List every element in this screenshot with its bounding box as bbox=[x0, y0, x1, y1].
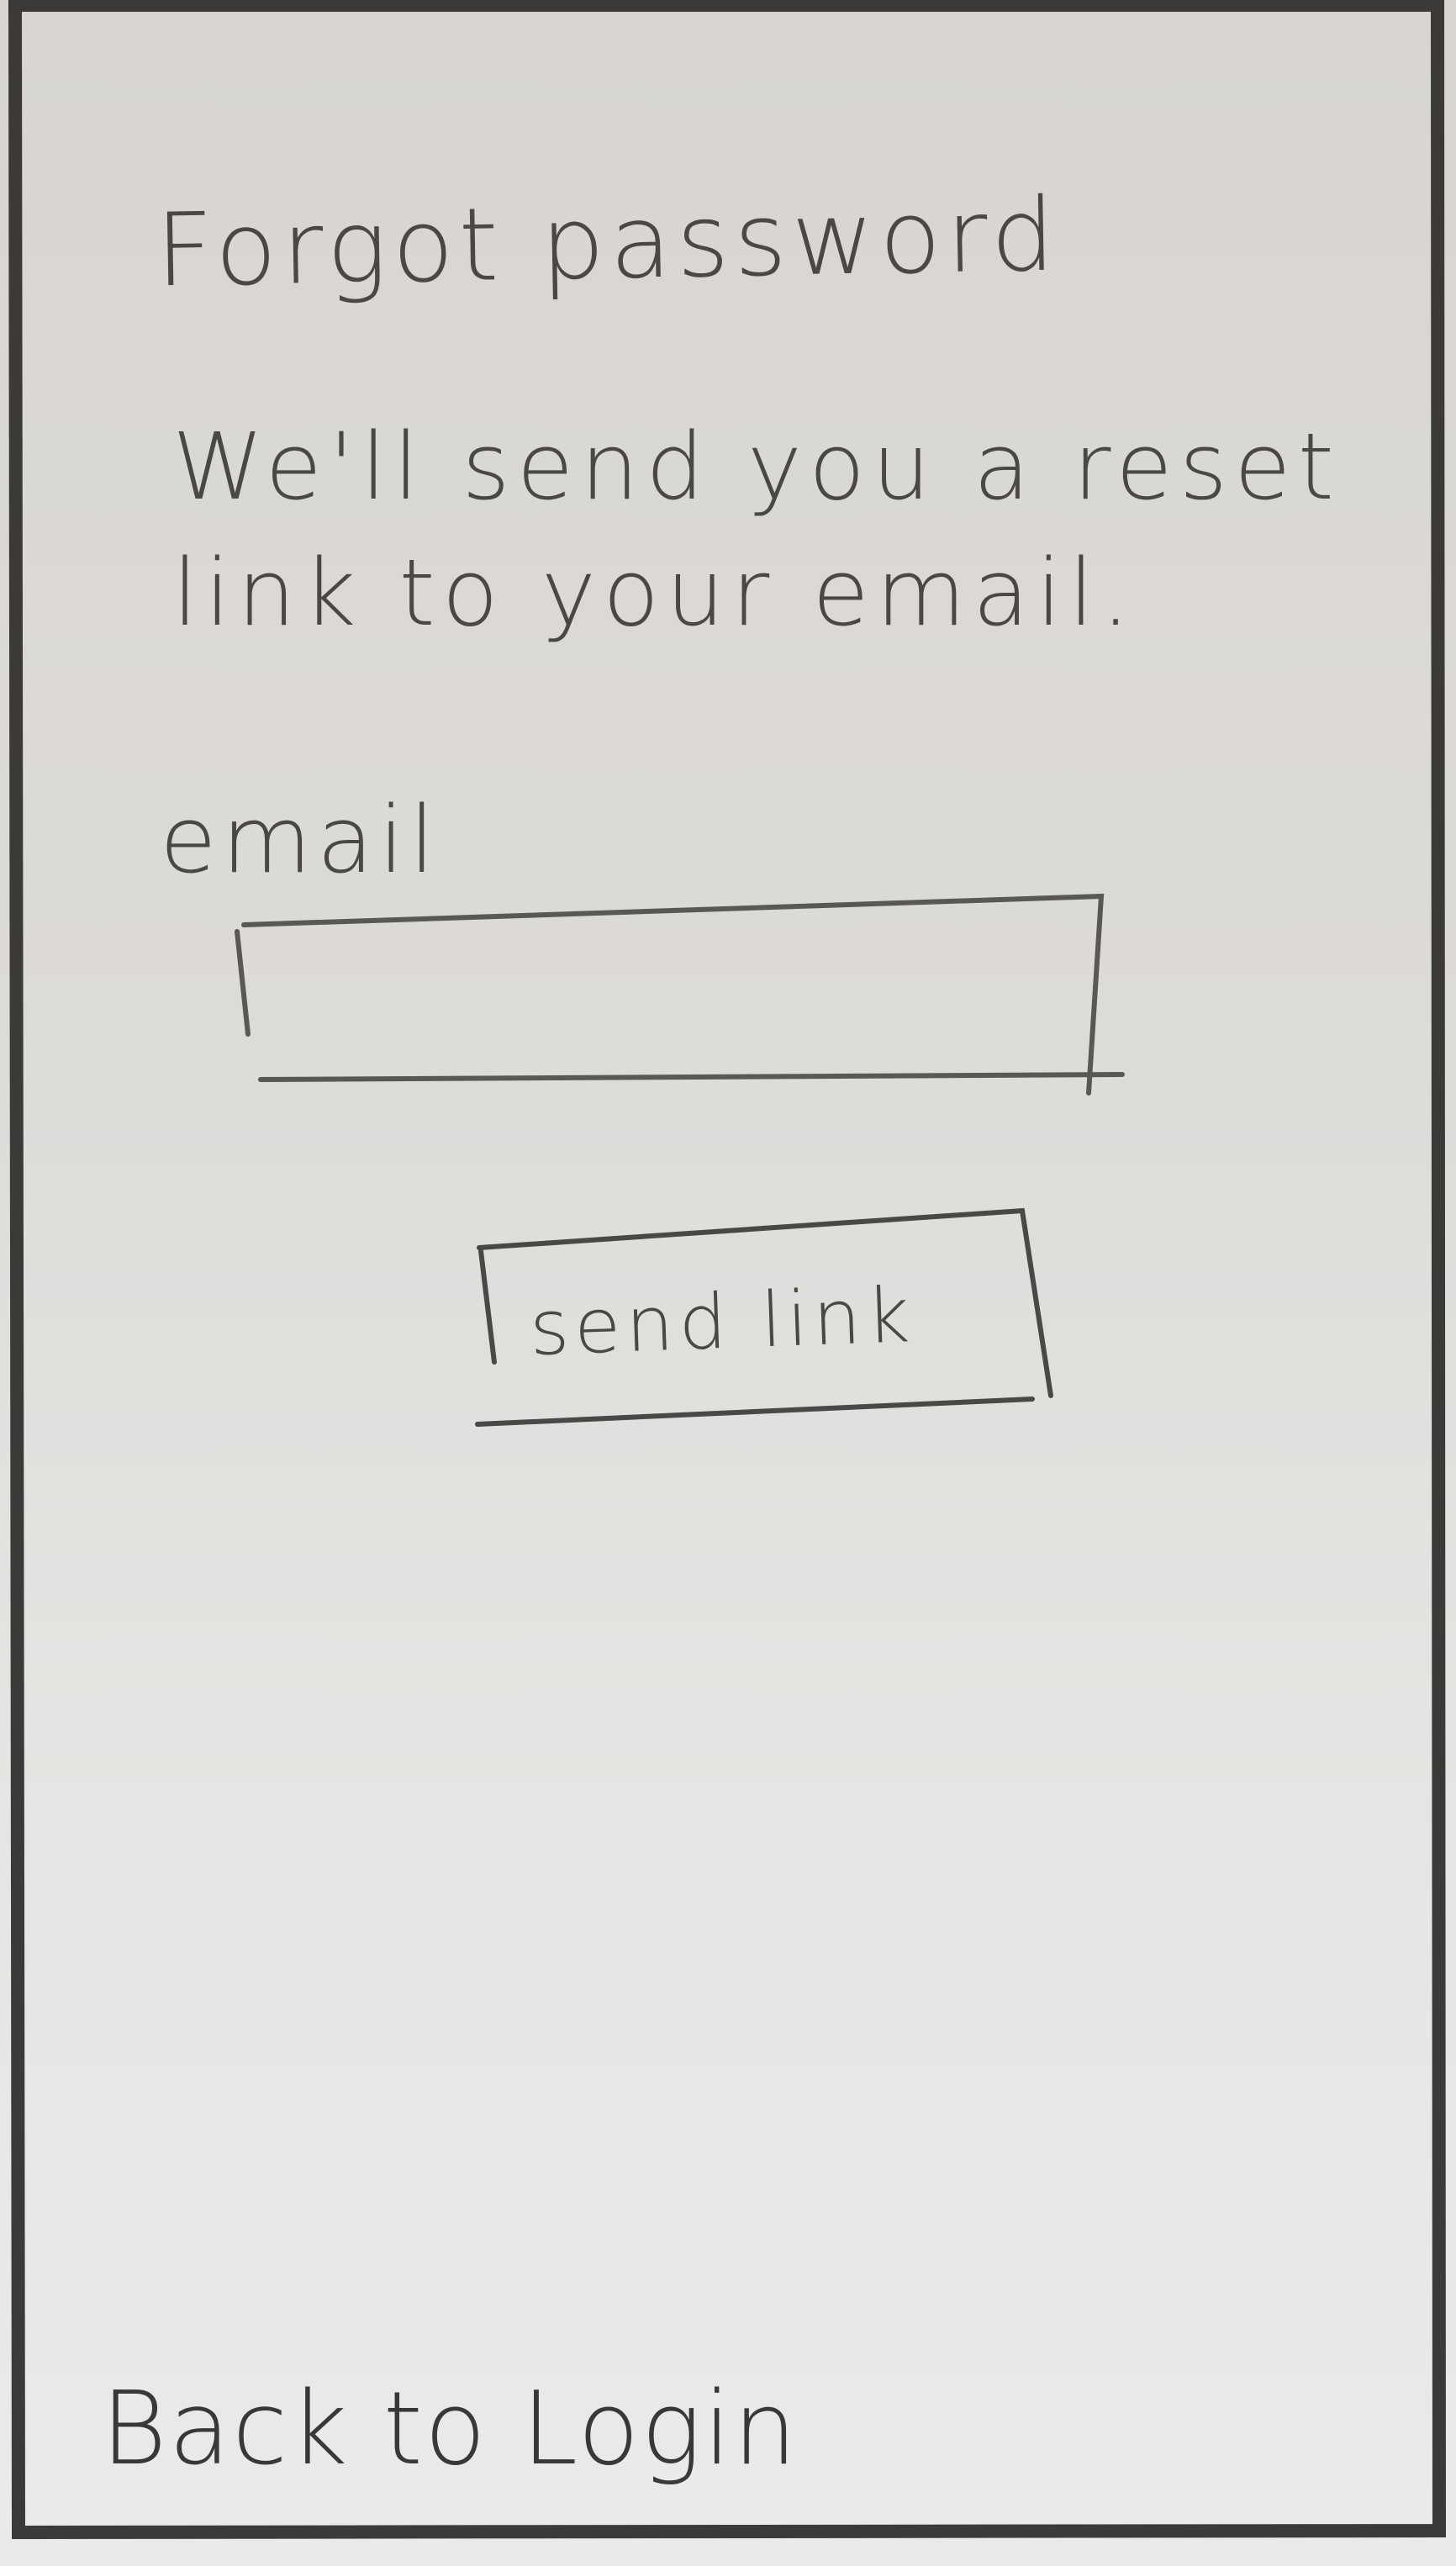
back-to-login-link[interactable]: Back to Login bbox=[101, 2371, 799, 2488]
send-link-button[interactable]: send link bbox=[496, 1219, 1034, 1412]
page-subtitle: We'll send you a reset link to your emai… bbox=[172, 413, 1341, 647]
email-field[interactable] bbox=[252, 904, 1093, 1072]
send-link-button-label: send link bbox=[528, 1271, 916, 1373]
page-title: Forgot password bbox=[154, 177, 1061, 310]
email-label: email bbox=[160, 786, 440, 894]
sketch-paper: Forgot password We'll send you a reset l… bbox=[0, 0, 1456, 2566]
